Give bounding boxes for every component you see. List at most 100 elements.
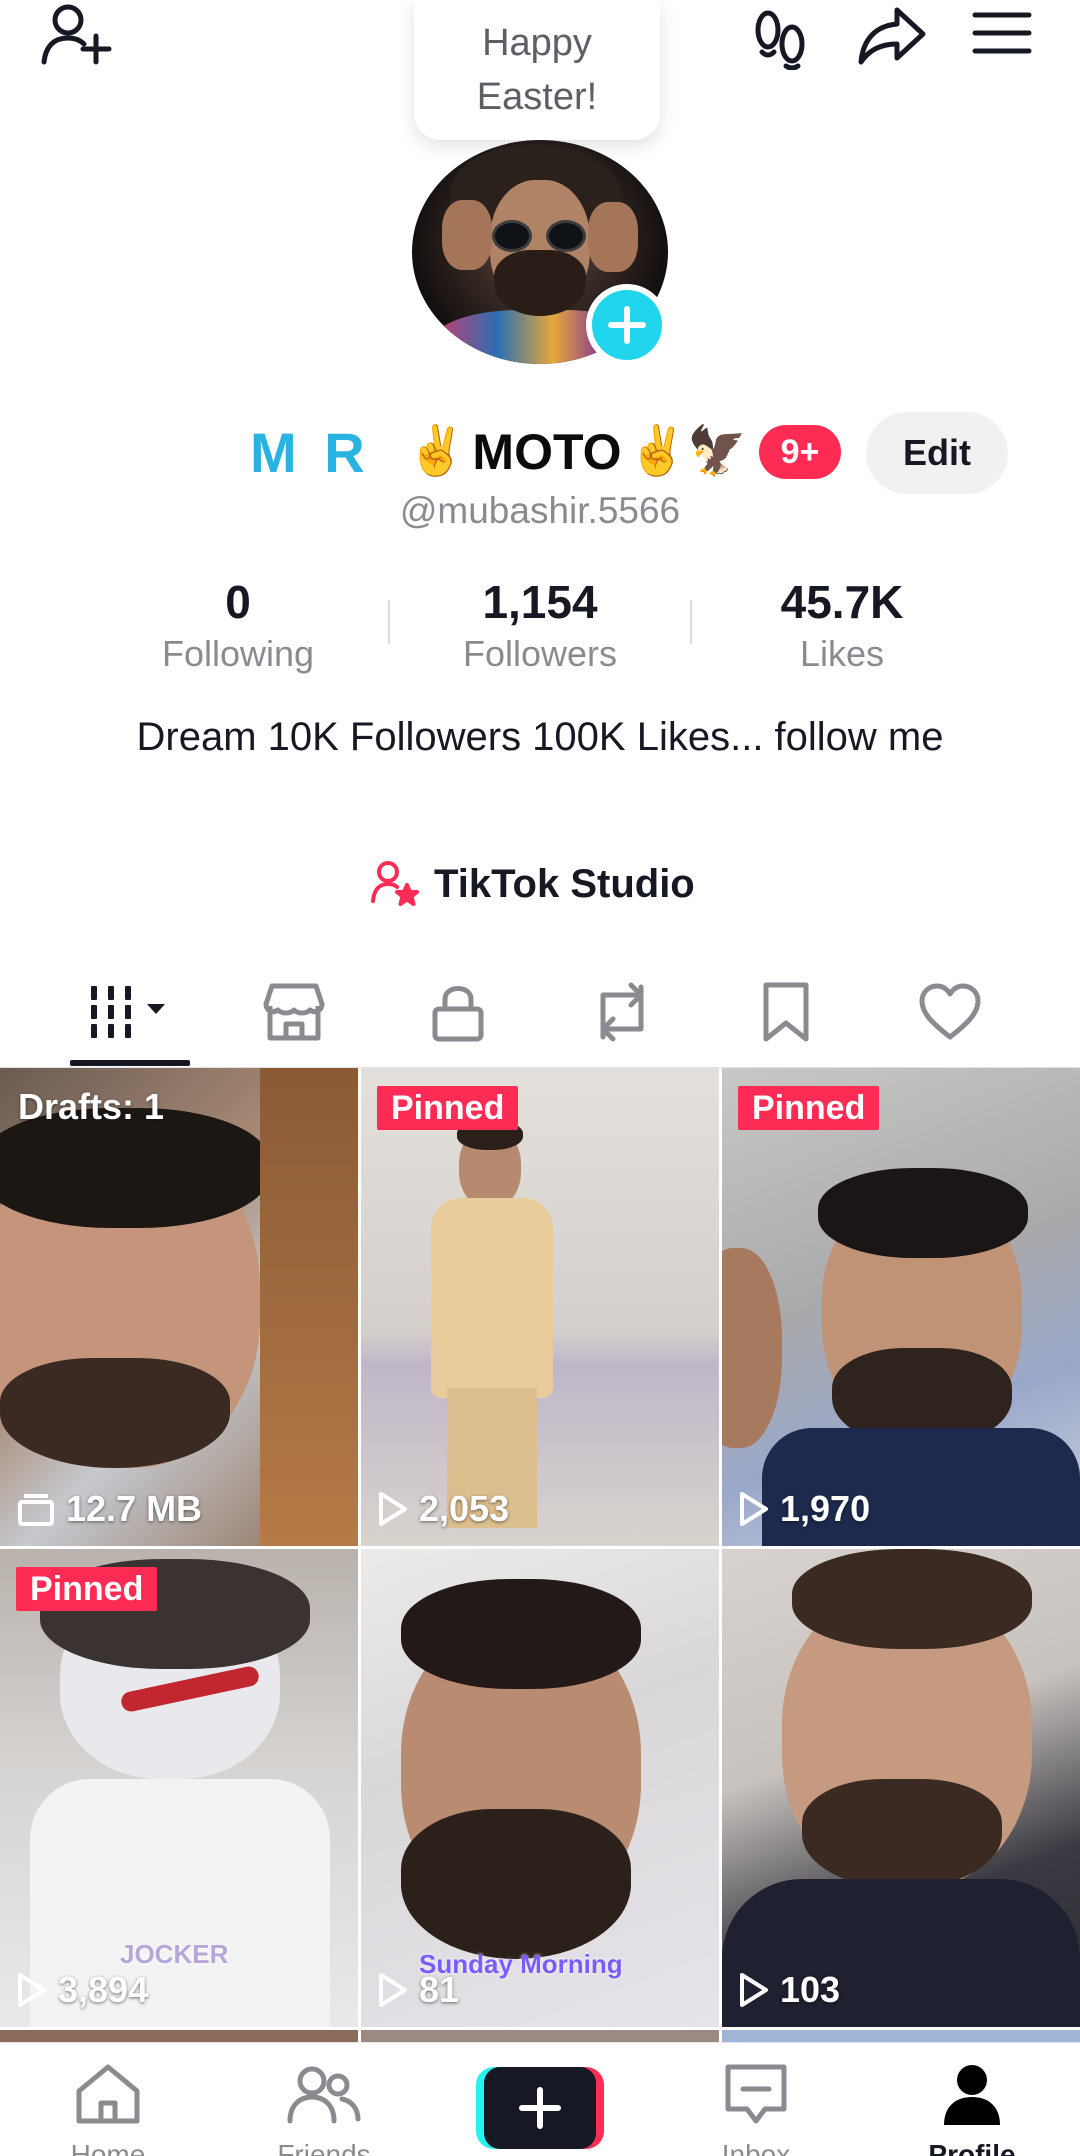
video-stat-value: 2,053 <box>419 1488 510 1529</box>
thumbnail-door <box>260 1068 358 1546</box>
video-thumbnail[interactable]: Sunday Morning 81 <box>361 1549 719 2027</box>
stat-following[interactable]: 0 Following <box>88 574 388 678</box>
tiktok-studio-link[interactable]: TikTok Studio <box>370 856 695 912</box>
nav-home-label: Home <box>70 2139 146 2156</box>
drafts-box-icon <box>18 1494 54 1526</box>
lock-icon <box>432 986 484 1042</box>
video-stat: 1,970 <box>738 1488 870 1530</box>
video-stat-value: 3,894 <box>58 1969 149 2010</box>
top-bar: Happy Easter! <box>0 0 1080 140</box>
video-thumbnail-drafts[interactable]: Drafts: 1 12.7 MB <box>0 1068 358 1546</box>
profile-icon <box>944 2065 1000 2125</box>
video-stat: 12.7 MB <box>16 1488 202 1530</box>
tab-videos[interactable] <box>48 960 212 1064</box>
play-icon <box>740 1492 768 1526</box>
name-prefix: M R <box>250 420 371 484</box>
tab-reposts[interactable] <box>540 960 704 1064</box>
video-stat: 103 <box>738 1969 840 2011</box>
active-tab-indicator <box>70 1060 190 1066</box>
next-row-thumbnail <box>361 2030 719 2042</box>
create-post-button[interactable] <box>476 2067 604 2149</box>
pinned-badge: Pinned <box>738 1086 880 1130</box>
bubble-line-2: Easter! <box>476 76 598 118</box>
thumbnail-hair <box>792 1549 1032 1649</box>
profile-tabs <box>0 960 1080 1068</box>
stat-followers[interactable]: 1,154 Followers <box>390 574 690 678</box>
menu-icon[interactable] <box>962 0 1042 65</box>
likes-count: 45.7K <box>780 576 904 628</box>
avatar-beard <box>494 250 586 316</box>
thumbnail-hair <box>401 1579 641 1689</box>
play-icon <box>379 1492 407 1526</box>
footprints-icon[interactable] <box>740 4 820 74</box>
nav-friends-label: Friends <box>277 2139 371 2156</box>
eagle-emoji: 🦅 <box>687 425 748 478</box>
thumbnail-beard <box>802 1779 1002 1889</box>
status-bubble[interactable]: Happy Easter! <box>414 0 660 140</box>
nav-profile[interactable]: Profile <box>882 2043 1062 2156</box>
bottom-navigation: Home Friends Inbox Profile <box>0 2042 1080 2156</box>
notification-badge[interactable]: 9+ <box>759 425 842 479</box>
likes-label: Likes <box>799 633 885 674</box>
inbox-icon <box>725 2064 787 2124</box>
play-icon <box>740 1973 768 2007</box>
creator-star-icon <box>371 861 419 906</box>
display-name: M R ✌️ MOTO ✌️ 🦅 9+ <box>250 410 842 494</box>
play-icon <box>379 1973 407 2007</box>
avatar-hand-right <box>588 202 638 272</box>
drafts-badge: Drafts: 1 <box>18 1086 165 1127</box>
nav-inbox-label: Inbox <box>721 2139 791 2156</box>
bubble-line-1: Happy <box>482 22 592 64</box>
video-thumbnail[interactable]: JOCKER Pinned 3,894 <box>0 1549 358 2027</box>
tiktok-studio-label: TikTok Studio <box>434 861 695 906</box>
video-stat: 81 <box>377 1969 459 2011</box>
stat-likes[interactable]: 45.7K Likes <box>692 574 992 678</box>
bookmark-icon <box>763 982 809 1042</box>
friends-icon <box>287 2066 361 2124</box>
video-stat-value: 12.7 MB <box>66 1488 203 1529</box>
name-main: MOTO <box>472 424 622 480</box>
share-icon[interactable] <box>852 0 932 70</box>
video-thumbnail[interactable]: Pinned 2,053 <box>361 1068 719 1546</box>
video-stat-value: 103 <box>780 1969 841 2010</box>
video-stat-value: 1,970 <box>780 1488 871 1529</box>
following-label: Following <box>161 633 315 674</box>
thumbnail-beard <box>0 1358 230 1468</box>
pinned-badge: Pinned <box>377 1086 519 1130</box>
followers-label: Followers <box>462 633 618 674</box>
thumbnail-beard <box>401 1809 631 1959</box>
nav-friends[interactable]: Friends <box>234 2043 414 2156</box>
tab-liked[interactable] <box>868 960 1032 1064</box>
avatar-hand-left <box>442 200 492 270</box>
video-thumbnail[interactable]: 103 <box>722 1549 1080 2027</box>
videos-grid-icon <box>91 986 165 1038</box>
heart-icon <box>919 983 981 1040</box>
tab-private[interactable] <box>376 960 540 1064</box>
next-row-thumbnail <box>0 2030 358 2042</box>
victory-emoji-right: ✌️ <box>627 425 688 478</box>
add-story-plus-icon[interactable] <box>586 284 668 366</box>
next-row-thumbnail <box>722 2030 1080 2042</box>
video-stat: 2,053 <box>377 1488 509 1530</box>
video-stat-value: 81 <box>419 1969 460 2010</box>
nav-home[interactable]: Home <box>18 2043 198 2156</box>
shop-icon <box>263 983 325 1041</box>
followers-count: 1,154 <box>482 576 598 628</box>
thumbnail-kurta <box>431 1198 553 1398</box>
video-stat: 3,894 <box>16 1969 148 2011</box>
tab-shop[interactable] <box>212 960 376 1064</box>
tab-saved[interactable] <box>704 960 868 1064</box>
nav-inbox[interactable]: Inbox <box>666 2043 846 2156</box>
repost-icon <box>600 982 644 1042</box>
video-thumbnail[interactable]: Pinned 1,970 <box>722 1068 1080 1546</box>
edit-profile-button[interactable]: Edit <box>866 412 1008 494</box>
victory-emoji-left: ✌️ <box>406 425 467 478</box>
add-user-icon[interactable] <box>36 0 116 70</box>
thumbnail-hair <box>818 1168 1028 1258</box>
following-count: 0 <box>225 576 251 628</box>
avatar-sunglass-right <box>546 220 586 252</box>
nav-profile-label: Profile <box>928 2139 1016 2156</box>
thumbnail-overlay-text: JOCKER <box>120 1939 229 1969</box>
bio-text[interactable]: Dream 10K Followers 100K Likes... follow… <box>120 710 960 764</box>
home-icon <box>76 2064 140 2124</box>
